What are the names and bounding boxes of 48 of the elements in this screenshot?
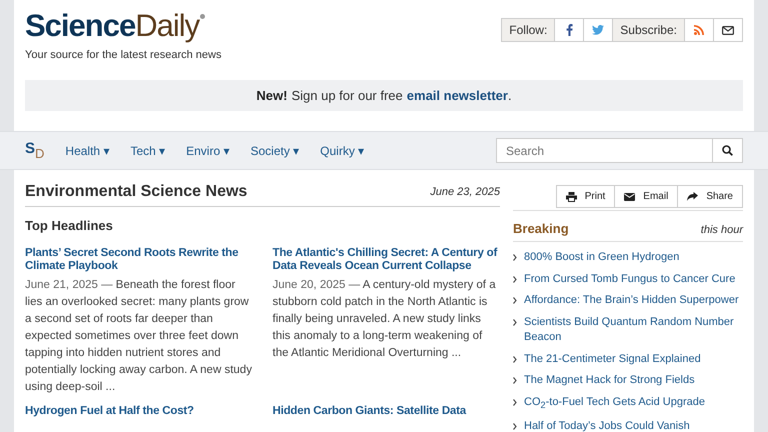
headline-link[interactable]: Plants’ Secret Second Roots Rewrite the Climate Playbook [25,247,252,273]
chevron-icon [513,423,517,430]
breaking-heading: Breaking [513,221,569,236]
new-label: New! [256,88,288,103]
search-field[interactable]: Search [496,138,713,163]
breaking-news-link[interactable]: Half of Today’s Jobs Could Vanish [524,419,690,432]
story-summary: June 20, 2025 — A century-old mystery of a stubborn cold patch in the North Atlantic is finally being unraveled. A new study links this anomaly to a long-term weakening of the Atlantic Meridional Overturning ... [272,278,497,361]
breaking-news-link[interactable]: From Cursed Tomb Fungus to Cancer Cure [524,272,736,287]
headline-link[interactable]: The Atlantic's Chilling Secret: A Century of Data Reveals Ocean Current Collapse [272,247,500,273]
section-date: June 23, 2025 [430,186,500,198]
registered-mark-icon [200,14,206,19]
printer-icon [566,192,577,202]
site-logo[interactable]: ScienceDaily [25,10,206,42]
story-summary: June 21, 2025 — Beneath the forest floor lies an overlooked secret: many plants grow a second set of roots far deeper than expected sometimes over three feet down tapping into hidden nutrient stores and potentially locking away carbon. A new study using deep-soil ... [25,278,252,395]
breaking-news-link[interactable]: 800% Boost in Green Hydrogen [524,250,680,266]
banner-text: Sign up for our free [291,88,403,103]
nav-menu-item[interactable]: Enviro ▾ [186,144,230,158]
share-tool-button[interactable]: Print [556,185,616,208]
chevron-icon [513,297,517,304]
banner-period: . [508,88,512,103]
share-tool-button[interactable]: Share [677,185,743,208]
breaking-news-link[interactable]: CO$_{2}$-to-Fuel Tech Gets Acid Upgrade [524,394,705,414]
nav-menu-item[interactable]: Health ▾ [65,144,110,158]
breaking-news-link[interactable]: Affordance: The Brain’s Hidden Superpower [524,293,739,308]
breaking-time-label: this hour [700,224,743,236]
nav-menu-item[interactable]: Society ▾ [250,144,300,158]
chevron-icon [513,254,517,261]
chevron-icon [513,377,517,384]
follow-label: Follow: [502,19,554,41]
share-arrow-icon [687,192,698,201]
breaking-news-link[interactable]: The 21-Centimeter Signal Explained [524,352,701,367]
search-icon[interactable] [713,138,743,163]
breaking-news-link[interactable]: The Magnet Hack for Strong Fields [524,373,695,388]
section-title: Environmental Science News [25,183,248,201]
chevron-icon [513,356,517,362]
share-tool-button[interactable]: Email [614,185,678,208]
chevron-icon [513,318,517,326]
envelope-icon [624,192,636,200]
subscribe-label: Subscribe: [612,19,684,41]
nav-menu-item[interactable]: Quirky ▾ [320,144,364,158]
chevron-icon [513,398,517,406]
top-headlines-heading: Top Headlines [25,218,114,233]
headline-link[interactable]: Hidden Carbon Giants: Satellite Data [272,405,500,418]
chevron-icon [513,276,517,282]
newsletter-link[interactable]: email newsletter [406,88,508,103]
nav-menu-item[interactable]: Tech ▾ [130,144,166,158]
headline-link[interactable]: Hydrogen Fuel at Half the Cost? [25,405,252,418]
breaking-news-link[interactable]: Scientists Build Quantum Random Number Beacon [524,314,743,346]
